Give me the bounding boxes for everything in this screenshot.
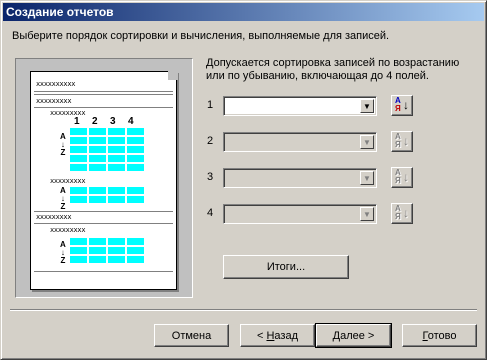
sort-ascending-icon: АЯ [395, 168, 401, 185]
preview-cell [89, 137, 106, 144]
preview-cell [89, 187, 106, 194]
preview-cell [108, 146, 125, 153]
chevron-down-icon[interactable]: ▼ [360, 207, 374, 221]
preview-data-cells [70, 238, 144, 263]
sort-field-2-combo[interactable]: ▼ [223, 132, 377, 152]
preview-header-text: xxxxxxxxxx [36, 80, 76, 88]
preview-subgroup-text: xxxxxxxxx [50, 177, 86, 185]
preview-cell [108, 187, 125, 194]
preview-cell [89, 155, 106, 162]
preview-cell [127, 187, 144, 194]
preview-subgroup-text: xxxxxxxxx [50, 226, 86, 234]
arrow-down-icon: ↓ [403, 206, 409, 220]
sort-preview-panel: xxxxxxxxxx xxxxxxxxx xxxxxxxxx 1 2 3 4 А… [15, 58, 193, 298]
sort-field-number: 1 [207, 99, 214, 111]
sort-order-button-2[interactable]: АЯ ↓ [391, 131, 413, 152]
preview-page-image: xxxxxxxxxx xxxxxxxxx xxxxxxxxx 1 2 3 4 А… [30, 70, 178, 290]
arrow-down-icon: ↓ [403, 170, 409, 184]
preview-cell [127, 196, 144, 203]
preview-cell [108, 196, 125, 203]
chevron-down-icon[interactable]: ▼ [360, 135, 374, 149]
page-fold-corner [168, 70, 178, 80]
preview-sort-az-indicator: А ↓ Z [60, 132, 66, 157]
preview-sort-az-indicator: А ↓ Z [60, 240, 66, 265]
arrow-down-icon: ↓ [403, 134, 409, 148]
sort-ascending-icon: АЯ [395, 132, 401, 149]
sort-field-3-combo[interactable]: ▼ [223, 168, 377, 188]
preview-cell [70, 196, 87, 203]
next-button[interactable]: Далее > [315, 323, 392, 348]
preview-cell [127, 164, 144, 171]
preview-cell [108, 238, 125, 245]
sort-ascending-icon: АЯ [395, 96, 401, 113]
preview-cell [89, 196, 106, 203]
report-wizard-window: Создание отчетов Выберите порядок сортир… [0, 0, 487, 360]
preview-cell [108, 155, 125, 162]
preview-cell [127, 146, 144, 153]
preview-column-number: 1 [74, 116, 80, 127]
preview-cell [89, 128, 106, 135]
preview-cell [108, 164, 125, 171]
sort-order-button-3[interactable]: АЯ ↓ [391, 167, 413, 188]
preview-data-cells [70, 187, 144, 203]
preview-cell [70, 128, 87, 135]
window-title: Создание отчетов [6, 5, 114, 19]
summary-options-button[interactable]: Итоги... [223, 255, 349, 279]
preview-cell [108, 137, 125, 144]
sort-field-number: 2 [207, 135, 214, 147]
footer-separator [10, 309, 477, 311]
preview-cell [89, 238, 106, 245]
preview-cell [108, 128, 125, 135]
preview-cell [89, 164, 106, 171]
preview-column-number: 3 [110, 116, 116, 127]
sort-field-number: 3 [207, 171, 214, 183]
preview-cell [108, 256, 125, 263]
preview-cell [70, 137, 87, 144]
preview-cell [127, 128, 144, 135]
preview-cell [70, 187, 87, 194]
back-button[interactable]: < Назад [240, 324, 315, 347]
preview-cell [127, 155, 144, 162]
preview-cell [70, 155, 87, 162]
preview-group-text: xxxxxxxxx [36, 97, 72, 105]
finish-button[interactable]: Готово [402, 324, 477, 347]
preview-cell [89, 256, 106, 263]
preview-cell [127, 238, 144, 245]
preview-cell [70, 256, 87, 263]
preview-cell [127, 137, 144, 144]
preview-group-text: xxxxxxxxx [36, 213, 72, 221]
sort-field-4-combo[interactable]: ▼ [223, 204, 377, 224]
cancel-button[interactable]: Отмена [154, 324, 229, 347]
preview-cell [70, 238, 87, 245]
chevron-down-icon[interactable]: ▼ [360, 171, 374, 185]
chevron-down-icon[interactable]: ▼ [360, 99, 374, 113]
sort-field-1-combo[interactable]: ▼ [223, 96, 377, 116]
preview-column-number: 2 [92, 116, 98, 127]
preview-cell [70, 247, 87, 254]
preview-cell [108, 247, 125, 254]
preview-sort-az-indicator: А ↓ Z [60, 186, 66, 211]
preview-cell [127, 256, 144, 263]
preview-cell [127, 247, 144, 254]
preview-cell [89, 146, 106, 153]
sort-order-button-4[interactable]: АЯ ↓ [391, 203, 413, 224]
sort-ascending-icon: АЯ [395, 204, 401, 221]
preview-cell [70, 164, 87, 171]
intro-text: Выберите порядок сортировки и вычисления… [12, 30, 390, 42]
preview-cell [70, 146, 87, 153]
preview-cell [89, 247, 106, 254]
sort-order-button-1[interactable]: АЯ ↓ [391, 95, 413, 116]
preview-column-number: 4 [128, 116, 134, 127]
sort-description: Допускается сортировка записей по возрас… [206, 57, 460, 82]
title-bar[interactable]: Создание отчетов [3, 3, 484, 21]
sort-field-number: 4 [207, 207, 214, 219]
preview-data-cells [70, 128, 144, 171]
arrow-down-icon: ↓ [403, 98, 409, 112]
